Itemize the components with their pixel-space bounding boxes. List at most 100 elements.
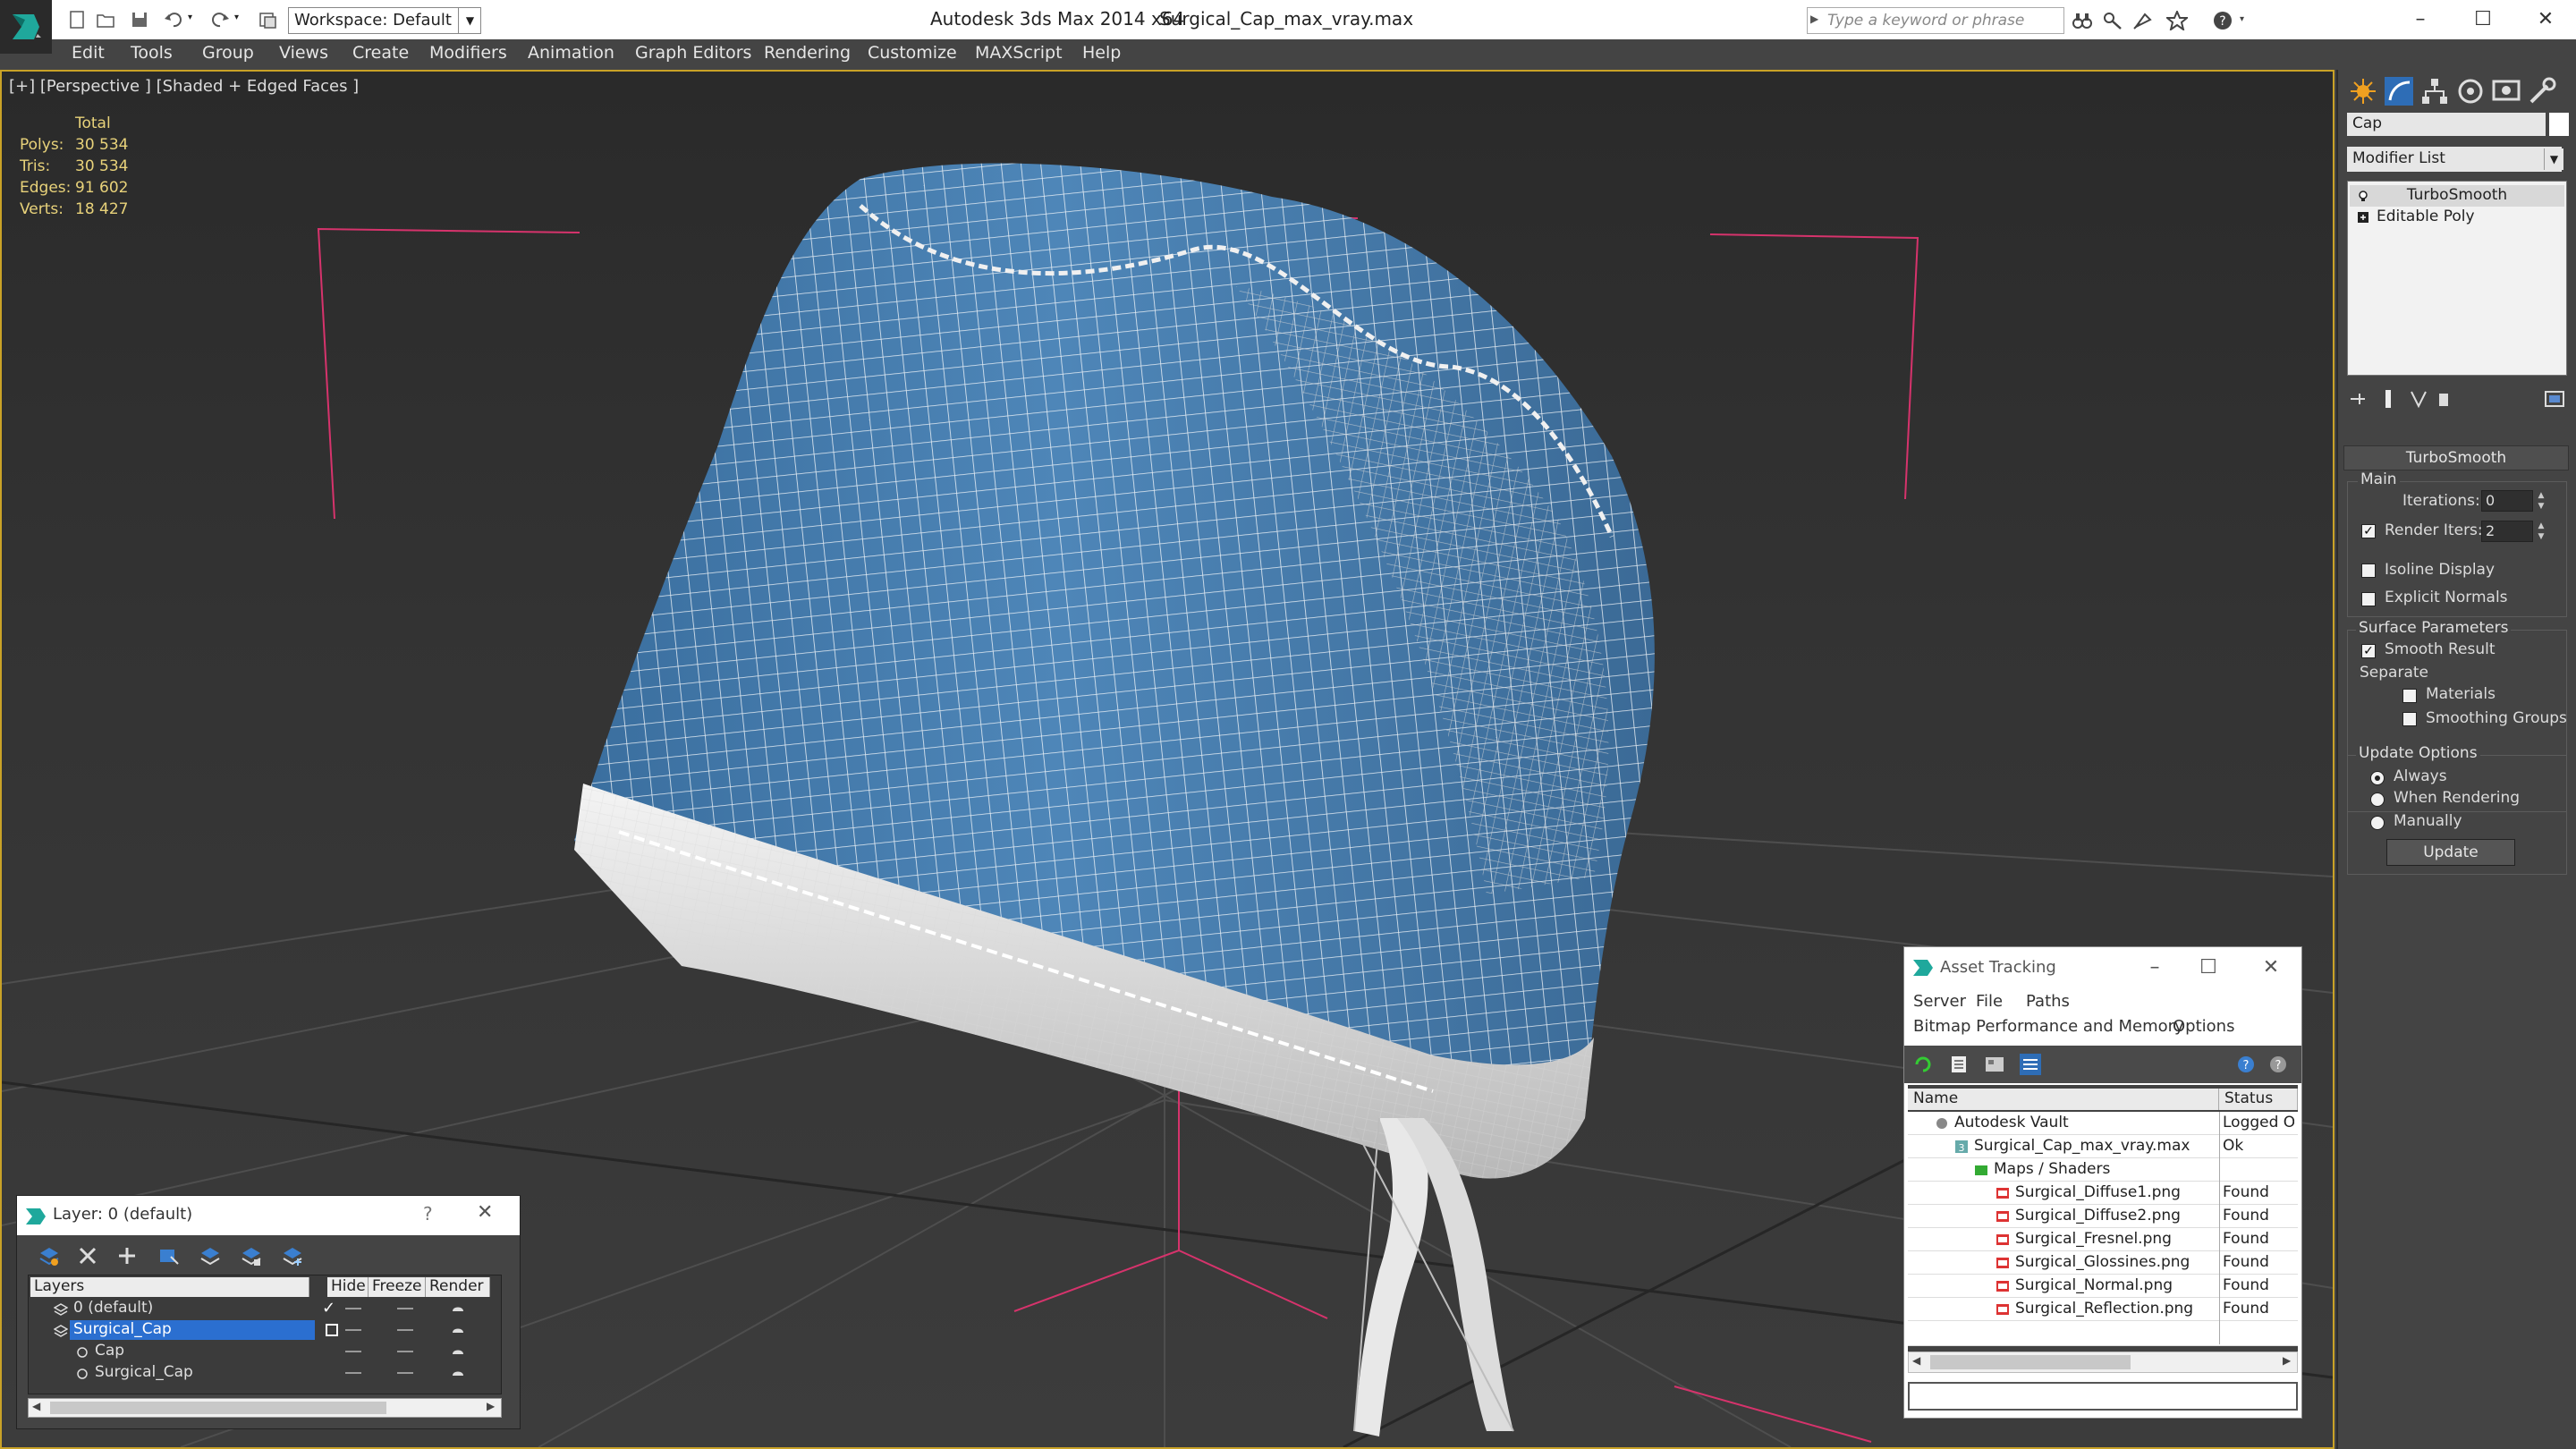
set-current-layer-box[interactable] [326, 1324, 338, 1336]
layer-row[interactable]: Cap [30, 1342, 501, 1363]
layer-col-freeze[interactable]: Freeze [369, 1277, 426, 1297]
configure-modifier-sets-icon[interactable] [2542, 386, 2567, 411]
layer-row[interactable]: Surgical_Cap [30, 1320, 501, 1342]
asset-row[interactable]: Surgical_Normal.png Found [1908, 1275, 2298, 1298]
list-view-icon[interactable] [1947, 1053, 1970, 1076]
menu-group[interactable]: Group [202, 43, 254, 63]
context-help-icon[interactable]: ? [2266, 1053, 2289, 1076]
favorites-star-icon[interactable] [2165, 9, 2190, 32]
create-layer-icon[interactable] [37, 1244, 60, 1267]
layer-manager-titlebar[interactable]: Layer: 0 (default) ? ✕ [17, 1196, 520, 1235]
freeze-toggle[interactable] [397, 1351, 413, 1352]
hide-toggle[interactable] [345, 1329, 361, 1331]
undo-icon[interactable] [163, 9, 184, 30]
layer-horizontal-scrollbar[interactable]: ◀ ▶ [28, 1398, 502, 1418]
asset-row[interactable]: 3 Surgical_Cap_max_vray.max Ok [1908, 1135, 2298, 1158]
layer-col-hide[interactable]: Hide [327, 1277, 369, 1297]
asset-col-name[interactable]: Name [1908, 1089, 2219, 1110]
redo-icon[interactable] [209, 9, 231, 30]
make-unique-icon[interactable] [2406, 386, 2431, 411]
render-teapot-icon[interactable] [451, 1345, 465, 1358]
asset-menu-options[interactable]: Options [2173, 1017, 2234, 1036]
help-dropdown-icon[interactable]: ▾ [2240, 14, 2252, 34]
lightbulb-icon[interactable] [2357, 189, 2369, 201]
workspace-dropdown[interactable]: Workspace: Default [288, 7, 481, 34]
asset-row[interactable]: Autodesk Vault Logged O [1908, 1112, 2298, 1135]
maximize-button[interactable]: ☐ [2456, 4, 2510, 36]
layer-row[interactable]: Surgical_Cap [30, 1363, 501, 1385]
menu-create[interactable]: Create [352, 43, 409, 63]
render-iters-checkbox[interactable]: ✓ [2361, 524, 2376, 538]
stack-item-editable-poly[interactable]: Editable Poly [2350, 207, 2564, 228]
expand-plus-icon[interactable] [2357, 210, 2369, 223]
binoculars-icon[interactable] [2072, 11, 2093, 30]
menu-rendering[interactable]: Rendering [764, 43, 851, 63]
turbosmooth-rollout-title[interactable]: TurboSmooth [2343, 445, 2569, 470]
current-layer-check[interactable]: ✓ [322, 1299, 335, 1318]
freeze-toggle[interactable] [397, 1329, 413, 1331]
motion-tab-icon[interactable] [2454, 75, 2487, 107]
help-icon[interactable]: ? [2213, 11, 2238, 30]
asset-row[interactable]: Surgical_Glossines.png Found [1908, 1251, 2298, 1275]
search-expand-icon[interactable]: ▶ [1810, 13, 1818, 25]
help-icon[interactable]: ? [2235, 1053, 2258, 1076]
highlight-selected-layer-icon[interactable] [198, 1244, 221, 1267]
freeze-toggle[interactable] [397, 1372, 413, 1374]
redo-dropdown-icon[interactable]: ▾ [234, 13, 247, 34]
scroll-left-icon[interactable]: ◀ [32, 1400, 40, 1412]
asset-minimize-button[interactable]: – [2137, 953, 2173, 983]
modifier-list-dropdown[interactable]: Modifier List [2347, 147, 2562, 172]
always-radio[interactable] [2370, 771, 2385, 785]
object-color-swatch[interactable] [2549, 113, 2569, 136]
layer-help-button[interactable]: ? [423, 1203, 433, 1224]
smooth-result-checkbox[interactable]: ✓ [2361, 644, 2376, 658]
asset-horizontal-scrollbar[interactable]: ◀ ▶ [1908, 1352, 2298, 1373]
close-button[interactable]: ✕ [2519, 4, 2572, 36]
asset-menu-bitmap-performance[interactable]: Bitmap Performance and Memory [1913, 1017, 2184, 1036]
asset-row[interactable]: Surgical_Diffuse2.png Found [1908, 1205, 2298, 1228]
hide-unhide-all-icon[interactable] [239, 1244, 262, 1267]
viewport-label-menu[interactable]: [+] [Perspective ] [Shaded + Edged Faces… [9, 77, 359, 96]
show-end-result-icon[interactable] [2376, 386, 2401, 411]
asset-close-button[interactable]: ✕ [2253, 953, 2289, 983]
menu-maxscript[interactable]: MAXScript [975, 43, 1063, 63]
asset-row[interactable]: Maps / Shaders [1908, 1158, 2298, 1182]
layer-col-render[interactable]: Render [426, 1277, 490, 1297]
subscription-key-icon[interactable] [2102, 11, 2123, 30]
hierarchy-tab-icon[interactable] [2419, 75, 2451, 107]
layer-close-button[interactable]: ✕ [477, 1201, 493, 1224]
isoline-display-checkbox[interactable] [2361, 564, 2376, 578]
minimize-button[interactable]: – [2394, 4, 2447, 36]
asset-path-field[interactable] [1908, 1382, 2298, 1411]
menu-tools[interactable]: Tools [131, 43, 173, 63]
asset-menu-paths[interactable]: Paths [2026, 992, 2070, 1011]
spinner-arrows-icon[interactable]: ▲ ▼ [2535, 490, 2547, 512]
menu-customize[interactable]: Customize [868, 43, 957, 63]
spinner-arrows-icon[interactable]: ▲ ▼ [2535, 521, 2547, 542]
asset-col-status[interactable]: Status [2219, 1089, 2298, 1110]
render-iters-spinner[interactable]: 2 [2481, 521, 2533, 542]
when-rendering-radio[interactable] [2370, 792, 2385, 807]
hide-toggle[interactable] [345, 1308, 361, 1309]
layer-row[interactable]: 0 (default) ✓ [30, 1299, 501, 1320]
render-teapot-icon[interactable] [451, 1324, 465, 1336]
asset-row[interactable]: Surgical_Fresnel.png Found [1908, 1228, 2298, 1251]
project-folder-icon[interactable] [258, 9, 279, 30]
new-file-icon[interactable] [66, 9, 88, 30]
app-logo-button[interactable] [0, 0, 52, 54]
create-tab-icon[interactable] [2347, 75, 2379, 107]
freeze-unfreeze-all-icon[interactable] [280, 1244, 303, 1267]
menu-modifiers[interactable]: Modifiers [429, 43, 507, 63]
scroll-left-icon[interactable]: ◀ [1912, 1354, 1920, 1367]
menu-graph-editors[interactable]: Graph Editors [635, 43, 751, 63]
add-to-layer-icon[interactable] [115, 1244, 139, 1267]
asset-menu-server[interactable]: Server [1913, 992, 1966, 1011]
utilities-tab-icon[interactable] [2526, 75, 2558, 107]
chevron-down-icon[interactable]: ▼ [2544, 148, 2563, 170]
select-objects-in-layer-icon[interactable] [157, 1244, 180, 1267]
asset-row[interactable]: Surgical_Reflection.png Found [1908, 1298, 2298, 1321]
render-teapot-icon[interactable] [451, 1302, 465, 1315]
undo-dropdown-icon[interactable]: ▾ [188, 13, 200, 34]
delete-layer-icon[interactable] [76, 1244, 99, 1267]
materials-checkbox[interactable] [2402, 689, 2417, 703]
